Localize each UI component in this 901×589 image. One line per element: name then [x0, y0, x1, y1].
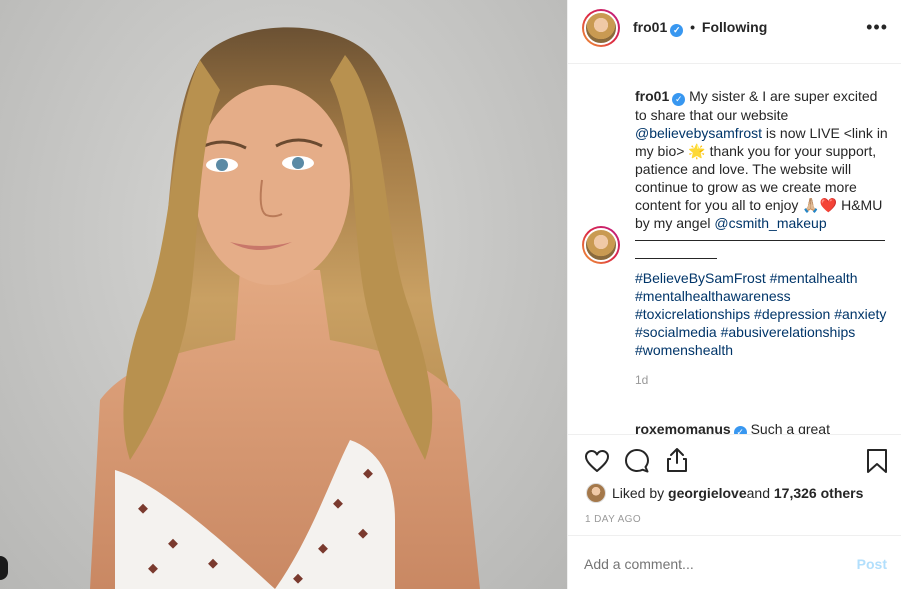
more-options-icon[interactable]: •••	[866, 18, 888, 36]
divider-line	[635, 251, 717, 259]
verified-badge-icon: ✓	[733, 426, 747, 434]
comment-icon[interactable]	[624, 448, 650, 474]
star-emoji-icon: 🌟	[688, 143, 706, 159]
liker-username[interactable]: georgielove	[668, 485, 747, 501]
action-bar	[568, 434, 901, 484]
comment-username[interactable]: roxemomanus	[635, 421, 731, 434]
post-date[interactable]: 1 DAY AGO	[585, 514, 641, 525]
verified-badge-icon: ✓	[672, 93, 686, 106]
caption-hashtags[interactable]: #BelieveBySamFrost #mentalhealth #mental…	[635, 269, 891, 359]
following-button[interactable]: Following	[702, 19, 767, 35]
caption-avatar[interactable]	[582, 226, 620, 264]
heart-icon[interactable]	[584, 449, 610, 473]
post-comment-button[interactable]: Post	[857, 556, 887, 572]
portrait-image	[90, 27, 480, 589]
comment-item: roxemomanus ✓ Such a great	[635, 421, 830, 434]
post-header: fro01 ✓ • Following •••	[568, 0, 901, 64]
caption-age: 1d	[635, 373, 649, 387]
red-heart-emoji-icon: ❤️	[819, 197, 838, 213]
likes-middle: and	[746, 485, 770, 501]
add-comment-bar: Post	[568, 535, 901, 589]
divider-line	[635, 232, 885, 241]
post-caption: fro01 ✓ My sister & I are super excited t…	[635, 87, 891, 389]
likes-summary: Liked by georgielove and 17,326 others	[586, 483, 863, 503]
caption-username[interactable]: fro01	[635, 88, 669, 104]
praying-hands-emoji-icon: 🙏🏼	[802, 197, 820, 213]
comments-section[interactable]: fro01 ✓ My sister & I are super excited t…	[568, 65, 901, 434]
verified-badge-icon: ✓	[670, 24, 684, 37]
mention-link[interactable]: @csmith_makeup	[714, 215, 826, 231]
mention-link[interactable]: @believebysamfrost	[635, 125, 762, 141]
likes-count-link[interactable]: 17,326 others	[774, 485, 864, 501]
comment-input[interactable]	[584, 556, 834, 572]
liker-avatar[interactable]	[586, 483, 606, 503]
post-sidebar: fro01 ✓ • Following ••• fro01 ✓ My sister …	[567, 0, 901, 589]
author-info: fro01 ✓ • Following	[633, 19, 767, 37]
author-username[interactable]: fro01	[633, 19, 667, 35]
post-photo[interactable]	[0, 0, 567, 589]
author-avatar[interactable]	[582, 9, 620, 47]
caption-text-1: My sister & I are super excited to share…	[635, 88, 878, 123]
comment-text: Such a great	[750, 421, 830, 434]
likes-prefix: Liked by	[612, 485, 665, 501]
bookmark-icon[interactable]	[866, 448, 888, 474]
header-separator: •	[690, 19, 696, 35]
share-icon[interactable]	[665, 447, 689, 473]
